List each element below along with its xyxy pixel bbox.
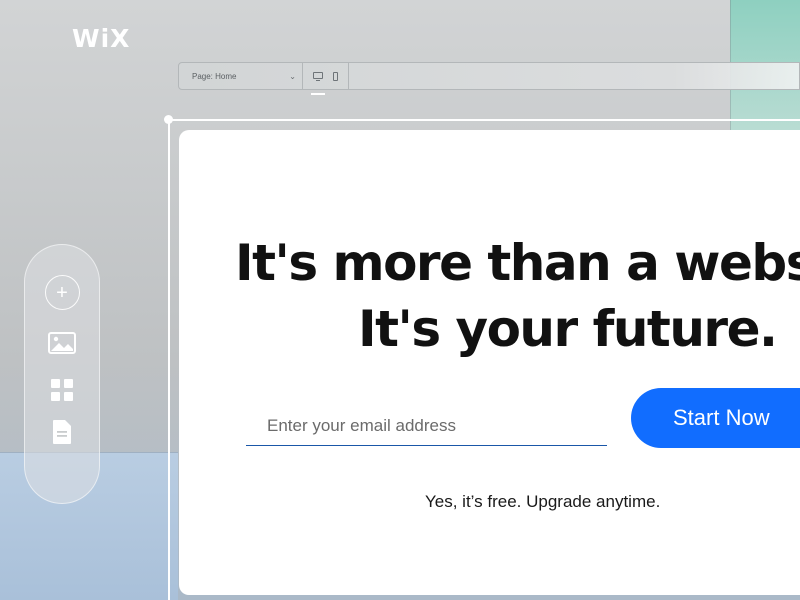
selection-border-left bbox=[168, 120, 170, 600]
hero-headline: It's more than a webs It's your future. bbox=[235, 230, 800, 362]
media-icon[interactable] bbox=[48, 332, 76, 359]
start-now-button[interactable]: Start Now bbox=[631, 388, 800, 448]
chevron-down-icon: ⌄ bbox=[289, 71, 296, 81]
apps-icon[interactable] bbox=[51, 379, 73, 401]
desktop-icon bbox=[313, 72, 323, 81]
device-switcher bbox=[303, 63, 349, 95]
add-icon[interactable]: + bbox=[44, 275, 80, 310]
selection-handle[interactable] bbox=[164, 115, 173, 124]
page-select-dropdown[interactable]: Page: Home ⌄ bbox=[179, 63, 303, 89]
pages-icon[interactable] bbox=[51, 419, 73, 450]
selection-border-top bbox=[168, 119, 800, 121]
wix-logo: WiX bbox=[72, 24, 131, 53]
headline-line-2: It's your future. bbox=[358, 300, 778, 358]
page-select-label: Page: Home bbox=[192, 71, 237, 81]
side-toolbar: + bbox=[24, 244, 100, 504]
mobile-icon[interactable] bbox=[333, 71, 338, 81]
desktop-view-button[interactable] bbox=[311, 66, 325, 95]
editor-top-bar: Page: Home ⌄ bbox=[178, 62, 800, 95]
free-note: Yes, it’s free. Upgrade anytime. bbox=[425, 492, 661, 511]
email-input[interactable] bbox=[246, 406, 607, 446]
hero-card: It's more than a webs It's your future. … bbox=[179, 130, 800, 595]
headline-line-1: It's more than a webs bbox=[235, 234, 800, 292]
